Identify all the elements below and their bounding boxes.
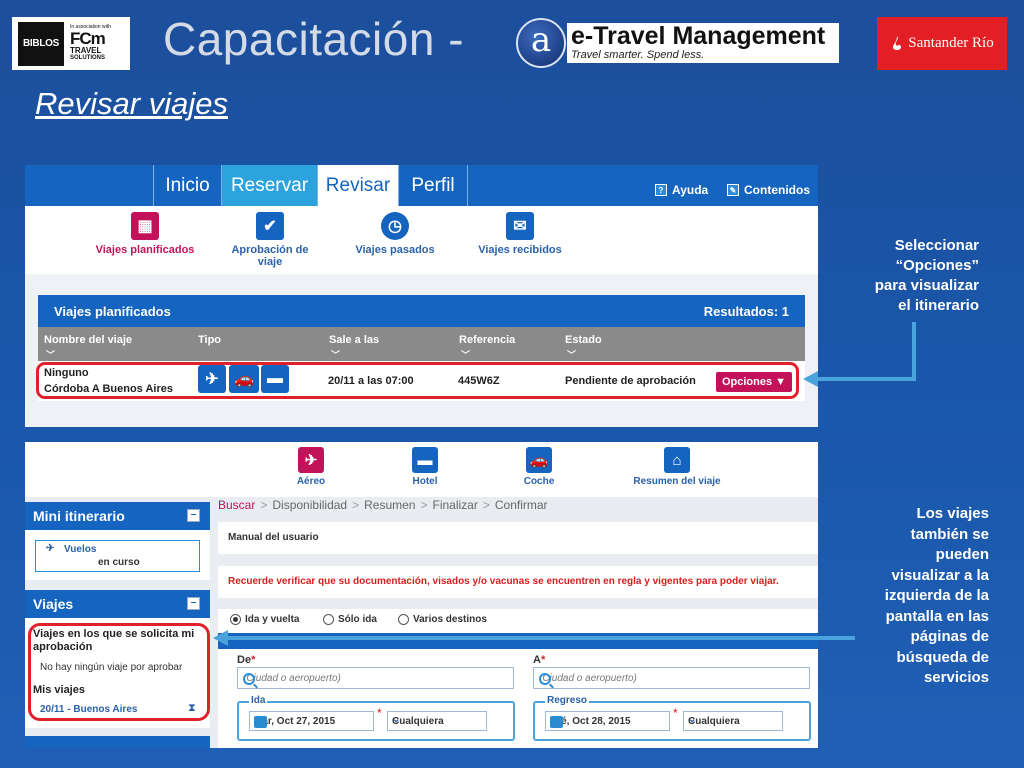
callout-arrowhead-opciones: [803, 371, 818, 387]
callout-arrowhead-sidebar: [213, 630, 228, 646]
callout-arrows: [213, 322, 916, 646]
callout-arrow-opciones: [815, 322, 916, 381]
